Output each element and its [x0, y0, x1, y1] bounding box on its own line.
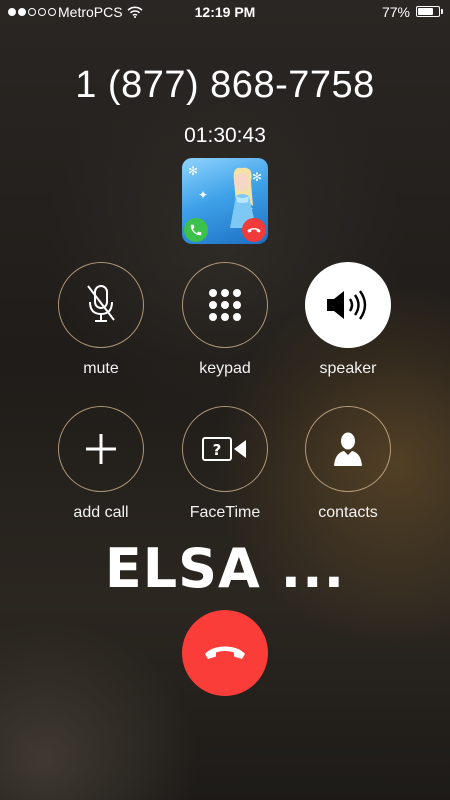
battery-icon [416, 6, 443, 17]
end-call-icon [205, 646, 245, 659]
photo-accept-icon [184, 218, 208, 242]
status-bar: MetroPCS 12:19 PM 77% [0, 0, 450, 26]
facetime-circle[interactable]: ? [182, 406, 268, 492]
contacts-button[interactable]: contacts [298, 406, 398, 522]
mute-label: mute [83, 360, 119, 377]
contacts-circle[interactable] [305, 406, 391, 492]
keypad-label: keypad [199, 360, 251, 377]
keypad-button[interactable]: keypad [175, 262, 275, 378]
speaker-label: speaker [319, 360, 377, 377]
facetime-button[interactable]: ? FaceTime [175, 406, 275, 522]
mute-circle[interactable] [58, 262, 144, 348]
caller-number: 1 (877) 868-7758 [75, 64, 375, 106]
keypad-circle[interactable] [182, 262, 268, 348]
contact-photo: ✻ ✦ ✻ ✦ [182, 158, 268, 244]
contacts-icon [334, 432, 362, 466]
call-duration: 01:30:43 [184, 124, 266, 147]
contacts-label: contacts [318, 504, 378, 521]
end-call-button[interactable] [182, 610, 268, 696]
speaker-button[interactable]: speaker [298, 262, 398, 378]
svg-text:?: ? [213, 441, 222, 459]
add-call-label: add call [73, 504, 129, 521]
facetime-icon: ? [202, 437, 246, 461]
battery-percent: 77% [381, 4, 410, 20]
mic-muted-icon [87, 285, 115, 322]
overlay-caption: ELSA ... [104, 537, 346, 600]
add-call-circle[interactable] [58, 406, 144, 492]
speaker-circle[interactable] [305, 262, 391, 348]
keypad-icon [209, 289, 241, 321]
mute-button[interactable]: mute [51, 262, 151, 378]
speaker-icon [327, 290, 367, 320]
facetime-label: FaceTime [189, 504, 261, 521]
add-call-button[interactable]: add call [51, 406, 151, 522]
plus-icon [86, 434, 116, 464]
photo-decline-icon [242, 218, 266, 242]
